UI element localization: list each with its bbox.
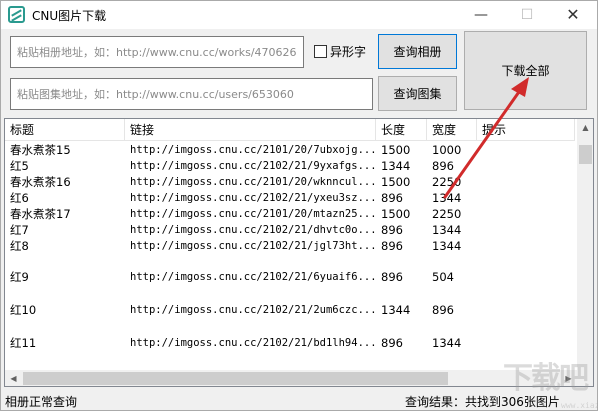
cell-link: http://imgoss.cnu.cc/2102/21/yxeu3sz... (130, 192, 376, 204)
cell-tip (477, 222, 575, 238)
table-header: 标题 链接 长度 宽度 提示 (5, 119, 575, 141)
cnu-app-icon (8, 6, 25, 23)
cell-length: 896 (381, 336, 403, 350)
maximize-icon[interactable]: ☐ (504, 1, 550, 29)
column-header-link[interactable]: 链接 (125, 119, 376, 141)
cell-title: 红6 (10, 191, 29, 205)
cell-width: 896 (432, 303, 454, 317)
query-result-text: 查询结果：共找到306张图片 (405, 395, 560, 409)
query-set-button[interactable]: 查询图集 (378, 76, 457, 111)
cell-link: http://imgoss.cnu.cc/2101/20/7ubxojg... (130, 144, 376, 156)
cell-tip (477, 174, 575, 190)
query-album-button[interactable]: 查询相册 (378, 34, 457, 69)
table-row[interactable]: 红6 http://imgoss.cnu.cc/2102/21/yxeu3sz.… (5, 190, 575, 206)
table-row[interactable]: 春水煮茶17 http://imgoss.cnu.cc/2101/20/mtaz… (5, 206, 575, 222)
status-text: 相册正常查询 (5, 395, 78, 409)
close-icon[interactable]: ✕ (550, 1, 596, 29)
cell-width: 1344 (432, 239, 462, 253)
album-url-input[interactable] (10, 36, 304, 68)
table-row[interactable]: 红9 http://imgoss.cnu.cc/2102/21/6yuaif6.… (5, 254, 575, 287)
scroll-right-icon[interactable]: ▶ (560, 370, 577, 386)
table-body: 春水煮茶15 http://imgoss.cnu.cc/2101/20/7ubx… (5, 142, 575, 353)
cell-title: 红9 (10, 270, 29, 284)
cell-title: 红11 (10, 336, 37, 350)
cell-title: 春水煮茶16 (10, 175, 71, 189)
table-row[interactable]: 红11 http://imgoss.cnu.cc/2102/21/bd1lh94… (5, 320, 575, 353)
title-bar[interactable]: CNU图片下载 — ☐ ✕ (1, 1, 597, 29)
cell-title: 红10 (10, 303, 37, 317)
scroll-up-icon[interactable]: ▲ (577, 119, 593, 136)
column-header-length[interactable]: 长度 (376, 119, 427, 141)
horizontal-scroll-thumb[interactable] (23, 372, 448, 385)
minimize-icon[interactable]: — (458, 1, 504, 29)
table-row[interactable]: 红8 http://imgoss.cnu.cc/2102/21/jgl73ht.… (5, 238, 575, 254)
cell-link: http://imgoss.cnu.cc/2102/21/bd1lh94... (130, 337, 376, 349)
cell-title: 红5 (10, 159, 29, 173)
cell-title: 红7 (10, 223, 29, 237)
download-all-button[interactable]: 下载全部 (464, 31, 587, 110)
table-row[interactable]: 春水煮茶15 http://imgoss.cnu.cc/2101/20/7ubx… (5, 142, 575, 158)
column-header-width[interactable]: 宽度 (427, 119, 477, 141)
cell-tip (477, 190, 575, 206)
cell-length: 896 (381, 223, 403, 237)
cell-tip (477, 320, 575, 353)
vertical-scrollbar[interactable]: ▲ (577, 119, 593, 371)
cell-width: 1344 (432, 191, 462, 205)
cell-length: 1500 (381, 175, 411, 189)
cell-link: http://imgoss.cnu.cc/2102/21/dhvtc0o... (130, 224, 376, 236)
table-row[interactable]: 春水煮茶16 http://imgoss.cnu.cc/2101/20/wknn… (5, 174, 575, 190)
cell-length: 1500 (381, 207, 411, 221)
cell-tip (477, 206, 575, 222)
set-url-input[interactable] (10, 78, 373, 110)
image-list-table[interactable]: 标题 链接 长度 宽度 提示 春水煮茶15 http://imgoss.cnu.… (4, 118, 594, 387)
cell-link: http://imgoss.cnu.cc/2102/21/9yxafgs... (130, 160, 376, 172)
cell-width: 1000 (432, 143, 462, 157)
cell-link: http://imgoss.cnu.cc/2102/21/6yuaif6... (130, 271, 376, 283)
cell-width: 1344 (432, 336, 462, 350)
cell-tip (477, 142, 575, 158)
app-window: CNU图片下载 — ☐ ✕ 异形字 查询相册 查询图集 下载全部 标题 链接 长… (0, 0, 598, 411)
cell-width: 504 (432, 270, 454, 284)
cell-link: http://imgoss.cnu.cc/2101/20/wknncul... (130, 176, 376, 188)
cell-title: 春水煮茶17 (10, 207, 71, 221)
cell-width: 2250 (432, 175, 462, 189)
cell-length: 1500 (381, 143, 411, 157)
window-title: CNU图片下载 (32, 9, 107, 23)
variant-font-checkbox[interactable]: 异形字 (314, 43, 366, 60)
scroll-left-icon[interactable]: ◀ (5, 370, 22, 386)
cell-width: 896 (432, 159, 454, 173)
cell-width: 1344 (432, 223, 462, 237)
cell-tip (477, 254, 575, 287)
watermark-url: www.xiazaiba.com (561, 401, 598, 410)
cell-tip (477, 238, 575, 254)
table-row[interactable]: 红7 http://imgoss.cnu.cc/2102/21/dhvtc0o.… (5, 222, 575, 238)
column-header-tip[interactable]: 提示 (477, 119, 575, 141)
cell-width: 2250 (432, 207, 462, 221)
vertical-scroll-thumb[interactable] (579, 145, 592, 164)
table-row[interactable]: 红10 http://imgoss.cnu.cc/2102/21/2um6czc… (5, 287, 575, 320)
column-header-title[interactable]: 标题 (5, 119, 125, 141)
cell-tip (477, 158, 575, 174)
checkbox-box[interactable] (314, 45, 327, 58)
cell-link: http://imgoss.cnu.cc/2102/21/2um6czc... (130, 304, 376, 316)
cell-link: http://imgoss.cnu.cc/2102/21/jgl73ht... (130, 240, 376, 252)
cell-tip (477, 287, 575, 320)
cell-length: 1344 (381, 159, 411, 173)
cell-link: http://imgoss.cnu.cc/2101/20/mtazn25... (130, 208, 376, 220)
table-row[interactable]: 红5 http://imgoss.cnu.cc/2102/21/9yxafgs.… (5, 158, 575, 174)
cell-length: 896 (381, 191, 403, 205)
cell-title: 春水煮茶15 (10, 143, 71, 157)
cell-length: 896 (381, 239, 403, 253)
horizontal-scrollbar[interactable]: ◀ ▶ (5, 370, 577, 386)
scroll-corner (577, 370, 593, 386)
cell-title: 红8 (10, 239, 29, 253)
variant-font-label: 异形字 (330, 45, 367, 59)
cell-length: 1344 (381, 303, 411, 317)
cell-length: 896 (381, 270, 403, 284)
